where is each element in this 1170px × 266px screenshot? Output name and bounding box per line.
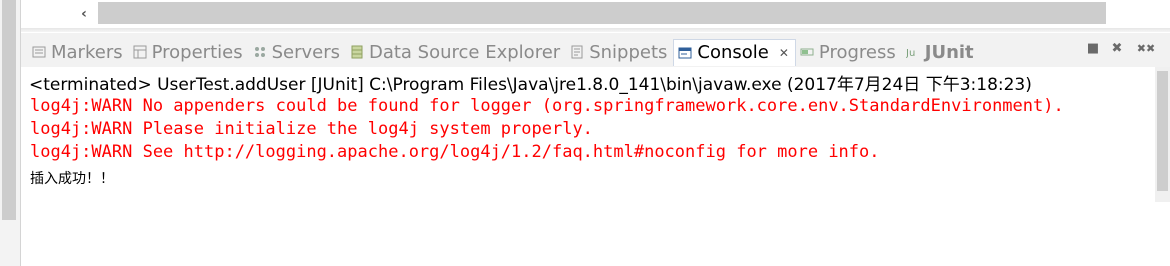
close-icon[interactable]: ✕ [779,46,789,60]
junit-icon: Ju [905,44,921,60]
svg-text:Ju: Ju [906,48,915,59]
tab-label: JUnit [924,41,974,63]
servers-icon [252,44,268,60]
tab-console[interactable]: Console ✕ [673,38,796,66]
tab-label: Properties [151,41,243,63]
sash-divider [21,28,1170,32]
tab-junit[interactable]: Ju JUnit [902,39,980,65]
tab-label: Markers [51,41,123,63]
left-scrollbar-thumb[interactable] [2,0,16,220]
tab-servers[interactable]: Servers [249,39,346,65]
terminate-icon[interactable]: ■ [1086,41,1100,56]
tab-snippets[interactable]: Snippets [566,39,673,65]
markers-icon [31,44,47,60]
database-icon [349,44,365,60]
editor-scrollbar-thumb[interactable] [98,2,1106,24]
remove-all-terminated-icon[interactable]: ✖✖ [1134,41,1158,55]
properties-icon [132,44,148,60]
console-process-status: <terminated> UserTest.addUser [JUnit] C:… [29,75,1032,95]
tab-properties[interactable]: Properties [129,39,249,65]
console-output[interactable]: <terminated> UserTest.addUser [JUnit] C:… [21,67,1170,266]
tab-label: Data Source Explorer [368,41,561,63]
console-line: log4j:WARN See http://logging.apache.org… [30,142,880,162]
tab-progress[interactable]: Progress [796,39,902,65]
snippets-icon [569,44,585,60]
remove-launch-icon[interactable]: ✖ [1110,41,1124,56]
scroll-left-arrow-icon[interactable]: ‹ [70,2,98,26]
tab-data-source-explorer[interactable]: Data Source Explorer [346,39,566,65]
console-scrollbar-thumb[interactable] [1157,71,1168,191]
tab-label: Servers [271,41,340,63]
tab-label: Progress [818,41,896,63]
tab-label: Console [697,42,769,63]
console-icon [677,45,693,61]
tab-markers[interactable]: Markers [28,39,129,65]
console-message: 插入成功！！ [30,171,114,187]
console-line: log4j:WARN Please initialize the log4j s… [30,119,593,139]
view-tab-bar: Markers Properties Servers Data Source E… [21,33,1170,67]
progress-icon [799,44,815,60]
console-line: log4j:WARN No appenders could be found f… [30,96,1064,116]
tab-label: Snippets [589,41,668,63]
